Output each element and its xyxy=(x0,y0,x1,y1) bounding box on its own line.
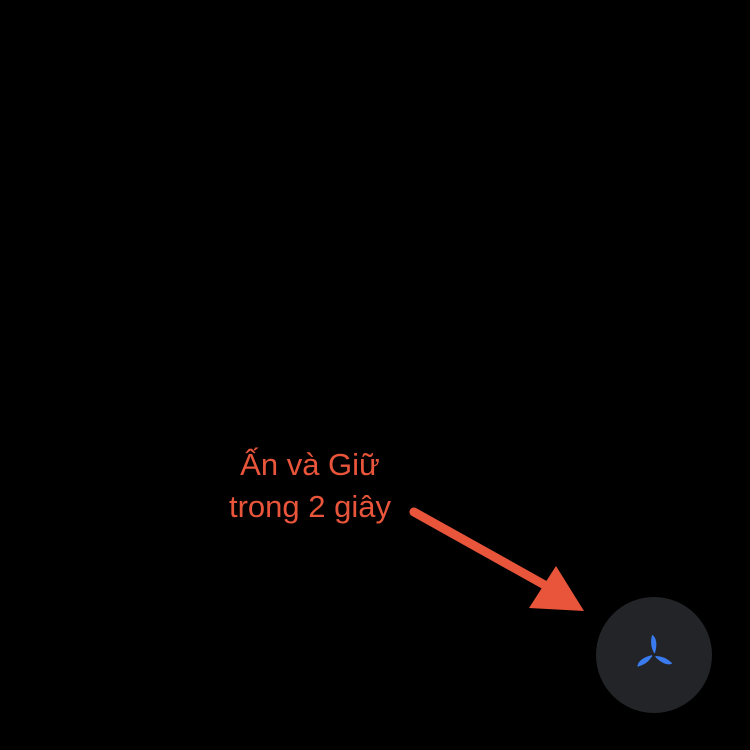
instruction-line-2: trong 2 giây xyxy=(229,489,391,524)
fan-icon xyxy=(637,634,673,667)
instruction-callout: Ấn và Giữ trong 2 giây xyxy=(190,444,430,528)
screen: Ấn và Giữ trong 2 giây xyxy=(0,0,750,750)
instruction-line-1: Ấn và Giữ xyxy=(240,447,380,482)
fan-button[interactable] xyxy=(596,597,712,713)
